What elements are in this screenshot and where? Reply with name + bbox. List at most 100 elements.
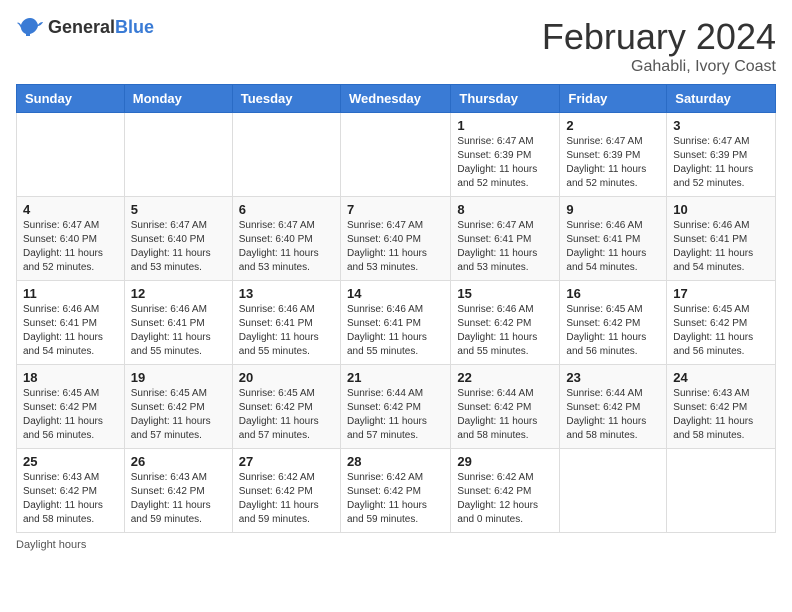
day-number: 13 <box>239 286 334 301</box>
calendar-cell: 26 Sunrise: 6:43 AM Sunset: 6:42 PM Dayli… <box>124 449 232 533</box>
day-number: 27 <box>239 454 334 469</box>
calendar-cell: 19 Sunrise: 6:45 AM Sunset: 6:42 PM Dayli… <box>124 365 232 449</box>
calendar-cell: 9 Sunrise: 6:46 AM Sunset: 6:41 PM Daylig… <box>560 197 667 281</box>
week-row-5: 25 Sunrise: 6:43 AM Sunset: 6:42 PM Dayli… <box>17 449 776 533</box>
day-number: 12 <box>131 286 226 301</box>
column-header-sunday: Sunday <box>17 85 125 113</box>
day-info: Sunrise: 6:46 AM Sunset: 6:41 PM Dayligh… <box>23 303 118 359</box>
day-info: Sunrise: 6:45 AM Sunset: 6:42 PM Dayligh… <box>23 387 118 443</box>
day-number: 7 <box>347 202 444 217</box>
header: GeneralBlue February 2024 Gahabli, Ivory… <box>16 16 776 76</box>
calendar-cell <box>560 449 667 533</box>
day-info: Sunrise: 6:47 AM Sunset: 6:40 PM Dayligh… <box>23 219 118 275</box>
day-info: Sunrise: 6:45 AM Sunset: 6:42 PM Dayligh… <box>131 387 226 443</box>
day-number: 21 <box>347 370 444 385</box>
day-number: 26 <box>131 454 226 469</box>
calendar-cell: 20 Sunrise: 6:45 AM Sunset: 6:42 PM Dayli… <box>232 365 340 449</box>
day-number: 4 <box>23 202 118 217</box>
day-number: 3 <box>673 118 769 133</box>
day-info: Sunrise: 6:43 AM Sunset: 6:42 PM Dayligh… <box>131 471 226 527</box>
calendar-cell: 14 Sunrise: 6:46 AM Sunset: 6:41 PM Dayli… <box>340 281 450 365</box>
column-header-wednesday: Wednesday <box>340 85 450 113</box>
calendar-cell: 18 Sunrise: 6:45 AM Sunset: 6:42 PM Dayli… <box>17 365 125 449</box>
calendar-cell: 11 Sunrise: 6:46 AM Sunset: 6:41 PM Dayli… <box>17 281 125 365</box>
calendar-cell <box>232 113 340 197</box>
day-number: 9 <box>566 202 660 217</box>
column-header-friday: Friday <box>560 85 667 113</box>
calendar-cell: 1 Sunrise: 6:47 AM Sunset: 6:39 PM Daylig… <box>451 113 560 197</box>
day-info: Sunrise: 6:46 AM Sunset: 6:41 PM Dayligh… <box>131 303 226 359</box>
logo-text: GeneralBlue <box>48 17 154 38</box>
day-number: 20 <box>239 370 334 385</box>
day-number: 5 <box>131 202 226 217</box>
day-number: 15 <box>457 286 553 301</box>
calendar-cell <box>124 113 232 197</box>
column-header-thursday: Thursday <box>451 85 560 113</box>
calendar-cell: 10Sunrise: 6:46 AM Sunset: 6:41 PM Dayli… <box>667 197 776 281</box>
day-number: 1 <box>457 118 553 133</box>
calendar-header-row: SundayMondayTuesdayWednesdayThursdayFrid… <box>17 85 776 113</box>
main-title: February 2024 <box>542 16 776 58</box>
day-info: Sunrise: 6:47 AM Sunset: 6:41 PM Dayligh… <box>457 219 553 275</box>
week-row-3: 11 Sunrise: 6:46 AM Sunset: 6:41 PM Dayli… <box>17 281 776 365</box>
day-number: 17 <box>673 286 769 301</box>
day-info: Sunrise: 6:46 AM Sunset: 6:41 PM Dayligh… <box>347 303 444 359</box>
calendar-cell: 4 Sunrise: 6:47 AM Sunset: 6:40 PM Daylig… <box>17 197 125 281</box>
calendar-cell: 29Sunrise: 6:42 AM Sunset: 6:42 PM Dayli… <box>451 449 560 533</box>
day-info: Sunrise: 6:44 AM Sunset: 6:42 PM Dayligh… <box>566 387 660 443</box>
calendar-cell: 8 Sunrise: 6:47 AM Sunset: 6:41 PM Daylig… <box>451 197 560 281</box>
title-section: February 2024 Gahabli, Ivory Coast <box>542 16 776 76</box>
calendar-cell: 21Sunrise: 6:44 AM Sunset: 6:42 PM Dayli… <box>340 365 450 449</box>
calendar-cell: 17Sunrise: 6:45 AM Sunset: 6:42 PM Dayli… <box>667 281 776 365</box>
day-info: Sunrise: 6:42 AM Sunset: 6:42 PM Dayligh… <box>347 471 444 527</box>
calendar-cell <box>17 113 125 197</box>
calendar-cell: 25 Sunrise: 6:43 AM Sunset: 6:42 PM Dayli… <box>17 449 125 533</box>
day-number: 8 <box>457 202 553 217</box>
calendar-cell: 5 Sunrise: 6:47 AM Sunset: 6:40 PM Daylig… <box>124 197 232 281</box>
day-info: Sunrise: 6:43 AM Sunset: 6:42 PM Dayligh… <box>23 471 118 527</box>
day-number: 24 <box>673 370 769 385</box>
calendar-cell: 28Sunrise: 6:42 AM Sunset: 6:42 PM Dayli… <box>340 449 450 533</box>
day-number: 23 <box>566 370 660 385</box>
subtitle: Gahabli, Ivory Coast <box>542 58 776 76</box>
day-info: Sunrise: 6:42 AM Sunset: 6:42 PM Dayligh… <box>239 471 334 527</box>
column-header-saturday: Saturday <box>667 85 776 113</box>
day-info: Sunrise: 6:47 AM Sunset: 6:39 PM Dayligh… <box>673 135 769 191</box>
calendar-cell: 6Sunrise: 6:47 AM Sunset: 6:40 PM Daylig… <box>232 197 340 281</box>
column-header-tuesday: Tuesday <box>232 85 340 113</box>
calendar-cell <box>667 449 776 533</box>
day-info: Sunrise: 6:47 AM Sunset: 6:40 PM Dayligh… <box>131 219 226 275</box>
day-number: 19 <box>131 370 226 385</box>
calendar-cell: 2 Sunrise: 6:47 AM Sunset: 6:39 PM Daylig… <box>560 113 667 197</box>
calendar-cell: 16Sunrise: 6:45 AM Sunset: 6:42 PM Dayli… <box>560 281 667 365</box>
calendar-cell: 13Sunrise: 6:46 AM Sunset: 6:41 PM Dayli… <box>232 281 340 365</box>
day-number: 2 <box>566 118 660 133</box>
logo-general: General <box>48 17 115 37</box>
day-info: Sunrise: 6:45 AM Sunset: 6:42 PM Dayligh… <box>239 387 334 443</box>
calendar-cell: 12 Sunrise: 6:46 AM Sunset: 6:41 PM Dayli… <box>124 281 232 365</box>
day-info: Sunrise: 6:47 AM Sunset: 6:40 PM Dayligh… <box>347 219 444 275</box>
day-number: 18 <box>23 370 118 385</box>
logo-blue: Blue <box>115 17 154 37</box>
week-row-1: 1 Sunrise: 6:47 AM Sunset: 6:39 PM Daylig… <box>17 113 776 197</box>
calendar-cell: 27 Sunrise: 6:42 AM Sunset: 6:42 PM Dayli… <box>232 449 340 533</box>
day-number: 25 <box>23 454 118 469</box>
day-info: Sunrise: 6:46 AM Sunset: 6:42 PM Dayligh… <box>457 303 553 359</box>
logo-bird-icon <box>16 16 44 38</box>
day-info: Sunrise: 6:46 AM Sunset: 6:41 PM Dayligh… <box>566 219 660 275</box>
day-info: Sunrise: 6:47 AM Sunset: 6:39 PM Dayligh… <box>457 135 553 191</box>
day-info: Sunrise: 6:47 AM Sunset: 6:39 PM Dayligh… <box>566 135 660 191</box>
day-number: 14 <box>347 286 444 301</box>
day-info: Sunrise: 6:42 AM Sunset: 6:42 PM Dayligh… <box>457 471 553 527</box>
calendar-cell: 7 Sunrise: 6:47 AM Sunset: 6:40 PM Daylig… <box>340 197 450 281</box>
day-info: Sunrise: 6:46 AM Sunset: 6:41 PM Dayligh… <box>673 219 769 275</box>
week-row-2: 4 Sunrise: 6:47 AM Sunset: 6:40 PM Daylig… <box>17 197 776 281</box>
day-number: 11 <box>23 286 118 301</box>
footer-note: Daylight hours <box>16 539 776 551</box>
day-info: Sunrise: 6:45 AM Sunset: 6:42 PM Dayligh… <box>566 303 660 359</box>
calendar-cell: 24Sunrise: 6:43 AM Sunset: 6:42 PM Dayli… <box>667 365 776 449</box>
day-number: 6 <box>239 202 334 217</box>
calendar-cell: 23 Sunrise: 6:44 AM Sunset: 6:42 PM Dayli… <box>560 365 667 449</box>
day-number: 22 <box>457 370 553 385</box>
calendar-cell: 15 Sunrise: 6:46 AM Sunset: 6:42 PM Dayli… <box>451 281 560 365</box>
